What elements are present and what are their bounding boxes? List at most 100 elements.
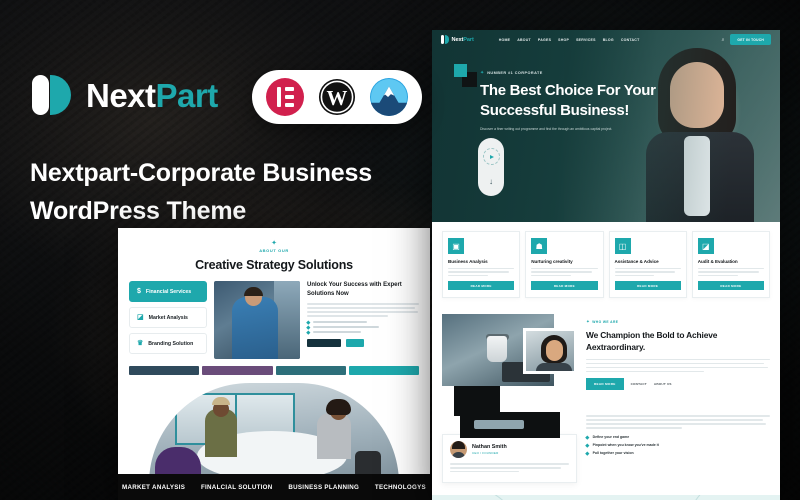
hero-eyebrow-text: Number #1 Corporate bbox=[487, 71, 543, 75]
mid-section-label: ✦ ABOUT OUR bbox=[118, 228, 430, 253]
service-card[interactable]: ☗ Nurturing creativity READ MORE bbox=[525, 231, 604, 299]
nav-item-shop[interactable]: SHOP bbox=[558, 38, 569, 42]
mid-bullet-list bbox=[306, 320, 419, 335]
site-logo[interactable]: NextPart bbox=[441, 35, 474, 44]
nav-menu: HOME ABOUT PAGES SHOP SERVICES BLOG CONT… bbox=[499, 38, 640, 42]
mid-tab-market-analysis[interactable]: ◪ Market Analysis bbox=[129, 307, 207, 328]
lightbulb-icon: ☗ bbox=[531, 238, 548, 254]
decor-square-teal bbox=[454, 64, 467, 77]
site-logo-text: NextPart bbox=[451, 36, 474, 43]
spark-icon: ✦ bbox=[271, 240, 277, 247]
list-item-label: Pinpoint when you know you've made it bbox=[592, 442, 659, 447]
hero-eyebrow: ✦ Number #1 Corporate bbox=[480, 70, 660, 76]
service-card-text bbox=[448, 268, 515, 277]
mid-content-title: Unlock Your Success with Expert Solution… bbox=[307, 282, 402, 297]
nav-item-blog[interactable]: BLOG bbox=[603, 38, 614, 42]
mid-tab-financial-services[interactable]: $ Financial Services bbox=[129, 281, 207, 302]
mid-content-text bbox=[307, 303, 419, 317]
play-icon[interactable] bbox=[482, 148, 500, 166]
search-icon[interactable]: ⌕ bbox=[722, 37, 725, 43]
about-paragraph bbox=[586, 358, 770, 373]
list-item: Pinpoint when you know you've made it bbox=[585, 442, 770, 447]
mid-meeting-photo bbox=[149, 383, 399, 487]
about-aboutus-link[interactable]: ABOUT US bbox=[654, 382, 672, 386]
testimonial-role: CEO / FOUNDER bbox=[472, 451, 499, 456]
footer-item: FINALCIAL SOLUTION bbox=[200, 483, 273, 491]
service-card[interactable]: ▣ Business Analysis READ MORE bbox=[442, 231, 521, 299]
about-contact-link[interactable]: CONTACT bbox=[631, 382, 647, 386]
mid-footer-marquee: MARKET ANALYSIS FINALCIAL SOLUTION BUSIN… bbox=[118, 474, 430, 500]
service-card[interactable]: ◪ Audit & Evaluation READ MORE bbox=[691, 231, 770, 299]
service-card-button[interactable]: READ MORE bbox=[531, 281, 598, 291]
nav-item-services[interactable]: SERVICES bbox=[576, 38, 596, 42]
chart-icon: ◪ bbox=[137, 314, 144, 321]
avatar bbox=[450, 441, 467, 459]
feature-list: Define your end game Pinpoint when you k… bbox=[585, 434, 770, 455]
get-in-touch-button[interactable]: GET IN TOUCH bbox=[730, 34, 771, 45]
list-item bbox=[306, 330, 419, 335]
hero-paragraph: Discover a finer writing out programme a… bbox=[480, 127, 613, 131]
hero-section: NextPart HOME ABOUT PAGES SHOP SERVICES … bbox=[432, 30, 780, 222]
about-images bbox=[442, 314, 577, 417]
logo-mark-icon bbox=[441, 35, 449, 44]
nav-item-about[interactable]: ABOUT bbox=[517, 38, 531, 42]
brand-name: NextPart bbox=[86, 79, 218, 112]
about-photo-inset bbox=[523, 328, 577, 375]
nav-item-pages[interactable]: PAGES bbox=[538, 38, 551, 42]
mid-image-strip bbox=[118, 359, 430, 375]
brand-name-part1: Next bbox=[86, 76, 156, 114]
nav-actions: ⌕ GET IN TOUCH bbox=[722, 34, 771, 45]
footer-item: TECHNOLOGYS bbox=[374, 483, 426, 491]
page-title: Nextpart-Corporate Business WordPress Th… bbox=[30, 159, 372, 225]
compatibility-badges: W bbox=[252, 70, 422, 124]
about-text: ✦ WHO WE ARE We Champion the Bold to Ach… bbox=[586, 314, 770, 402]
mockup-screenshot-right[interactable]: NextPart HOME ABOUT PAGES SHOP SERVICES … bbox=[432, 30, 780, 500]
shield-icon: ♛ bbox=[137, 340, 144, 347]
spark-icon: ✦ bbox=[480, 70, 485, 76]
briefcase-icon: ▣ bbox=[448, 238, 464, 254]
service-card-button[interactable]: READ MORE bbox=[448, 281, 515, 291]
about-section: ✦ WHO WE ARE We Champion the Bold to Ach… bbox=[432, 310, 780, 417]
about-eyebrow: ✦ WHO WE ARE bbox=[586, 319, 770, 325]
brand-name-part2: Part bbox=[155, 76, 219, 114]
mid-tab-label: Financial Services bbox=[145, 288, 192, 295]
testimonial-name: Nathan Smith bbox=[472, 443, 507, 450]
mid-tab-label: Market Analysis bbox=[148, 314, 188, 321]
feature-list-block: Define your end game Pinpoint when you k… bbox=[585, 412, 770, 483]
service-card-button[interactable]: READ MORE bbox=[697, 281, 764, 291]
service-card-title: Nurturing creativity bbox=[531, 259, 573, 264]
service-card-button[interactable]: READ MORE bbox=[614, 281, 681, 291]
service-card[interactable]: ◫ Assistance & Advice READ MORE bbox=[608, 231, 687, 299]
list-item-label: Pull together your vision bbox=[592, 450, 634, 455]
elementor-icon bbox=[266, 78, 304, 116]
mid-button-row bbox=[307, 338, 419, 347]
list-item-label: Define your end game bbox=[592, 434, 630, 439]
about-title: We Champion the Bold to Achieve Aextraor… bbox=[586, 330, 718, 353]
svg-text:W: W bbox=[327, 86, 348, 110]
about-read-more-button[interactable]: READ MORE bbox=[586, 378, 624, 390]
testimonial-decor bbox=[460, 412, 560, 439]
service-card-title: Audit & Evaluation bbox=[697, 259, 738, 264]
mid-primary-button[interactable] bbox=[307, 338, 341, 347]
wordpress-icon: W bbox=[318, 78, 356, 116]
testimonial-block: Nathan Smith CEO / FOUNDER bbox=[442, 412, 577, 483]
mountain-icon bbox=[370, 78, 408, 116]
hero-video-widget[interactable]: ↓ bbox=[478, 138, 504, 196]
mid-eyebrow: ABOUT OUR bbox=[259, 248, 289, 253]
list-item bbox=[306, 325, 419, 329]
testimonial-section: Nathan Smith CEO / FOUNDER Define your e… bbox=[432, 412, 780, 495]
testimonial-card: Nathan Smith CEO / FOUNDER bbox=[442, 434, 577, 483]
mid-tab-branding-solution[interactable]: ♛ Branding Solution bbox=[129, 333, 207, 354]
nav-item-contact[interactable]: CONTACT bbox=[621, 38, 640, 42]
scroll-down-icon[interactable]: ↓ bbox=[489, 177, 493, 186]
mid-tab-list: $ Financial Services ◪ Market Analysis ♛… bbox=[129, 281, 207, 359]
mockup-screenshot-middle[interactable]: ✦ ABOUT OUR Creative Strategy Solutions … bbox=[118, 228, 430, 500]
mid-secondary-button[interactable] bbox=[346, 338, 364, 347]
list-item: Pull together your vision bbox=[585, 450, 770, 455]
service-card-text bbox=[697, 268, 764, 277]
mid-body: $ Financial Services ◪ Market Analysis ♛… bbox=[118, 272, 430, 359]
service-card-text bbox=[531, 268, 598, 277]
services-bottom-section: ✦ WHAT WE DO We Want to Give you The Bes… bbox=[432, 494, 780, 500]
nav-item-home[interactable]: HOME bbox=[499, 38, 511, 42]
footer-item: BUSINESS PLANNING bbox=[288, 483, 360, 491]
